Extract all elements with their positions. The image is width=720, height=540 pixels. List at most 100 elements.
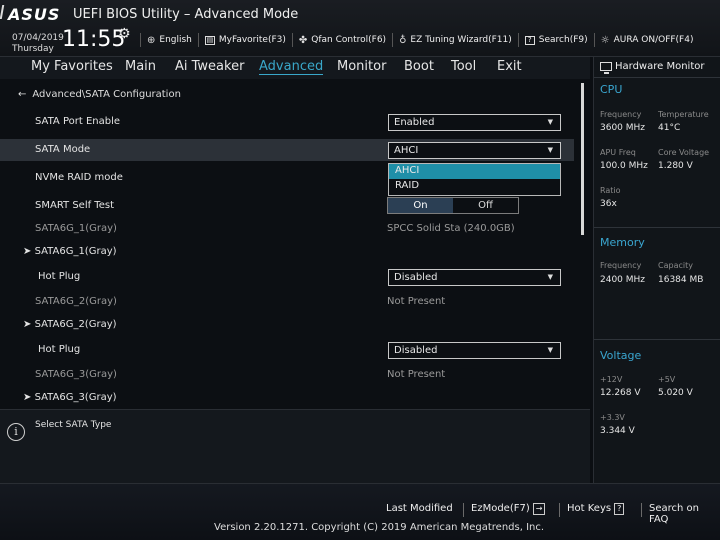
info-icon: i bbox=[7, 423, 25, 441]
aura-icon: ☼ bbox=[600, 34, 610, 46]
memory-capacity-value: 16384 MB bbox=[658, 275, 704, 285]
gear-icon[interactable]: ⚙ bbox=[118, 26, 131, 42]
setting-row-sata-mode[interactable]: SATA Mode AHCI ▼ bbox=[0, 139, 574, 161]
setting-label: SATA6G_3(Gray) bbox=[35, 369, 117, 380]
search-label: Search(F9) bbox=[538, 35, 588, 45]
hardware-monitor-panel: Hardware Monitor CPU Frequency Temperatu… bbox=[593, 57, 720, 483]
v12-value: 12.268 V bbox=[600, 388, 641, 398]
expandable-label: ➤ SATA6G_2(Gray) bbox=[23, 319, 117, 330]
expandable-text: SATA6G_2(Gray) bbox=[34, 319, 117, 330]
setting-row-sata2-expand[interactable]: ➤ SATA6G_2(Gray) bbox=[0, 314, 574, 336]
core-voltage-label: Core Voltage bbox=[658, 148, 710, 157]
setting-row-hotplug2[interactable]: Hot Plug Disabled ▼ bbox=[0, 339, 574, 361]
divider bbox=[594, 227, 720, 228]
weekday-display: Thursday bbox=[12, 44, 54, 54]
setting-value: Not Present bbox=[387, 369, 446, 380]
date-display: 07/04/2019 bbox=[12, 33, 64, 43]
sata-port-enable-select[interactable]: Enabled ▼ bbox=[388, 114, 561, 131]
setting-label: SMART Self Test bbox=[35, 200, 114, 211]
globe-icon: ⊕ bbox=[147, 34, 156, 46]
ezmode-label: EzMode(F7) bbox=[471, 503, 530, 514]
setting-row-smart-self-test[interactable]: SMART Self Test On Off bbox=[0, 195, 574, 217]
copyright-text: Version 2.20.1271. Copyright (C) 2019 Am… bbox=[214, 522, 545, 533]
aura-label: AURA ON/OFF(F4) bbox=[613, 35, 694, 45]
language-label: English bbox=[159, 35, 192, 45]
ez-tuning-wizard-button[interactable]: ♁ EZ Tuning Wizard(F11) bbox=[392, 33, 518, 47]
ratio-label: Ratio bbox=[600, 186, 621, 195]
help-panel: i Select SATA Type bbox=[0, 409, 590, 483]
setting-row-sata1-info: SATA6G_1(Gray) SPCC Solid Sta (240.0GB) bbox=[0, 218, 574, 240]
footer-bar: Last Modified EzMode(F7) → Hot Keys? Sear… bbox=[0, 483, 720, 540]
search-faq-button[interactable]: Search on FAQ bbox=[641, 503, 720, 525]
tab-advanced[interactable]: Advanced bbox=[259, 59, 324, 75]
tab-monitor[interactable]: Monitor bbox=[337, 59, 386, 74]
breadcrumb[interactable]: ← Advanced\SATA Configuration bbox=[18, 89, 181, 100]
language-button[interactable]: ⊕ English bbox=[140, 33, 198, 47]
hotplug2-select[interactable]: Disabled ▼ bbox=[388, 342, 561, 359]
myfavorite-label: MyFavorite(F3) bbox=[218, 35, 286, 45]
setting-label: Hot Plug bbox=[38, 271, 81, 282]
main-menu-bar: My Favorites Main Ai Tweaker Advanced Mo… bbox=[0, 57, 590, 79]
header-bar: ASUS UEFI BIOS Utility – Advanced Mode 0… bbox=[0, 0, 720, 57]
tab-boot[interactable]: Boot bbox=[404, 59, 434, 74]
tab-exit[interactable]: Exit bbox=[497, 59, 522, 74]
search-faq-label: Search on FAQ bbox=[649, 503, 699, 525]
setting-label: Hot Plug bbox=[38, 344, 81, 355]
cpu-frequency-label: Frequency bbox=[600, 110, 642, 119]
app-title: UEFI BIOS Utility – Advanced Mode bbox=[73, 7, 299, 22]
exit-arrow-icon: → bbox=[532, 503, 546, 515]
apu-freq-value: 100.0 MHz bbox=[600, 161, 648, 171]
setting-row-sata2-info: SATA6G_2(Gray) Not Present bbox=[0, 291, 574, 313]
qfan-control-button[interactable]: ✤ Qfan Control(F6) bbox=[291, 33, 392, 47]
myfavorite-button[interactable]: ▤ MyFavorite(F3) bbox=[197, 33, 292, 47]
toggle-off[interactable]: Off bbox=[453, 198, 518, 213]
hardware-monitor-title: Hardware Monitor bbox=[594, 57, 720, 78]
memory-frequency-label: Frequency bbox=[600, 261, 642, 270]
sata-mode-dropdown-list: AHCI RAID bbox=[388, 163, 561, 196]
clock-display: 11:55 bbox=[62, 27, 126, 52]
v5-label: +5V bbox=[658, 375, 676, 384]
tab-main[interactable]: Main bbox=[125, 59, 156, 74]
memory-frequency-value: 2400 MHz bbox=[600, 275, 646, 285]
ezmode-button[interactable]: EzMode(F7) → bbox=[463, 503, 546, 517]
asus-logo: ASUS bbox=[0, 5, 64, 25]
setting-row-sata1-expand[interactable]: ➤ SATA6G_1(Gray) bbox=[0, 241, 574, 263]
last-modified-button[interactable]: Last Modified bbox=[379, 503, 453, 517]
last-modified-label: Last Modified bbox=[386, 503, 453, 514]
chevron-down-icon: ▼ bbox=[547, 146, 553, 154]
setting-label: SATA6G_1(Gray) bbox=[35, 223, 117, 234]
select-value: AHCI bbox=[394, 145, 419, 156]
expandable-label: ➤ SATA6G_1(Gray) bbox=[23, 246, 117, 257]
qfan-label: Qfan Control(F6) bbox=[311, 35, 387, 45]
aura-button[interactable]: ☼ AURA ON/OFF(F4) bbox=[593, 33, 700, 47]
select-value: Enabled bbox=[394, 117, 435, 128]
core-voltage-value: 1.280 V bbox=[658, 161, 693, 171]
brand-text: ASUS bbox=[8, 5, 61, 24]
help-text: Select SATA Type bbox=[35, 420, 112, 430]
toggle-on[interactable]: On bbox=[388, 198, 453, 213]
fan-icon: ✤ bbox=[298, 34, 308, 46]
sata-mode-select[interactable]: AHCI ▼ bbox=[388, 142, 561, 159]
cpu-temperature-value: 41°C bbox=[658, 123, 681, 133]
setting-row-sata3-expand[interactable]: ➤ SATA6G_3(Gray) bbox=[0, 387, 574, 409]
setting-row-hotplug1[interactable]: Hot Plug Disabled ▼ bbox=[0, 266, 574, 288]
monitor-icon bbox=[600, 62, 612, 74]
hotplug1-select[interactable]: Disabled ▼ bbox=[388, 269, 561, 286]
dropdown-option-ahci[interactable]: AHCI bbox=[389, 164, 560, 179]
setting-row-sata-port-enable[interactable]: SATA Port Enable Enabled ▼ bbox=[0, 111, 574, 133]
back-arrow-icon[interactable]: ← bbox=[18, 89, 26, 100]
cpu-frequency-value: 3600 MHz bbox=[600, 123, 646, 133]
tab-ai-tweaker[interactable]: Ai Tweaker bbox=[175, 59, 244, 74]
dropdown-option-raid[interactable]: RAID bbox=[389, 179, 560, 194]
tab-tool[interactable]: Tool bbox=[451, 59, 476, 74]
scrollbar[interactable] bbox=[581, 83, 584, 235]
tab-my-favorites[interactable]: My Favorites bbox=[31, 59, 113, 74]
smart-self-test-toggle[interactable]: On Off bbox=[387, 197, 519, 214]
chevron-down-icon: ▼ bbox=[547, 118, 553, 126]
setting-label: NVMe RAID mode bbox=[35, 172, 123, 183]
hotkeys-button[interactable]: Hot Keys? bbox=[559, 503, 625, 517]
select-value: Disabled bbox=[394, 345, 438, 356]
ez-tuning-label: EZ Tuning Wizard(F11) bbox=[410, 35, 512, 45]
search-button[interactable]: ? Search(F9) bbox=[517, 33, 594, 47]
setting-value: SPCC Solid Sta (240.0GB) bbox=[387, 223, 515, 234]
